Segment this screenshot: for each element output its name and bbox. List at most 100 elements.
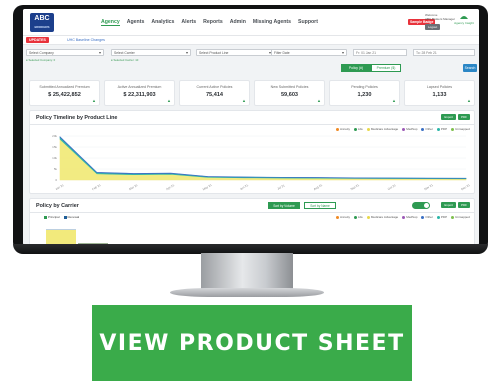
company-select[interactable]: Select Company xyxy=(26,49,104,56)
kpi-label: Pending Policies xyxy=(351,85,378,89)
nav-reports[interactable]: Reports xyxy=(203,19,223,26)
app-logo[interactable]: ABC BROKERS xyxy=(30,13,54,32)
logo-subtext: BROKERS xyxy=(34,25,50,29)
series-swatch xyxy=(63,215,67,219)
legend-item[interactable]: Medicare Advantage xyxy=(366,127,398,131)
kpi-card[interactable]: Active Annualized Premium $ 22,311,903 ▲ xyxy=(104,80,175,106)
panel-divider xyxy=(30,212,474,213)
date-from-input[interactable]: Fr: 01 Jan 21 xyxy=(353,49,407,56)
y-tick-label: 15k xyxy=(52,145,57,149)
nav-agency[interactable]: Agency xyxy=(101,19,120,26)
kpi-label: Active Annualized Premium xyxy=(117,85,162,89)
kpi-card[interactable]: Lapsed Policies 1,133 ▲ xyxy=(404,80,475,106)
product-line-select[interactable]: Select Product Line xyxy=(196,49,274,56)
legend-dot xyxy=(421,127,425,131)
legend-item[interactable]: PDP xyxy=(436,127,447,131)
carrier-legend: Annuity Life Medicare Advantage MedSup O… xyxy=(336,215,470,219)
carrier-sort-toggle: Sort by Volume Sort by Name xyxy=(268,202,336,209)
legend-label: Life xyxy=(358,215,363,219)
series-key-item[interactable]: Principal xyxy=(44,215,60,219)
legend-item[interactable]: Unmapped xyxy=(451,127,470,131)
y-tick-label: 10k xyxy=(52,156,57,160)
updates-badge[interactable]: UPDATES xyxy=(26,37,49,43)
legend-item[interactable]: Life xyxy=(354,215,363,219)
updates-link[interactable]: UHC Baseline Changes xyxy=(67,38,105,42)
x-tick-label: Jan 21 xyxy=(55,183,65,191)
legend-dot xyxy=(436,127,440,131)
view-product-sheet-button[interactable]: VIEW PRODUCT SHEET xyxy=(92,305,412,381)
legend-dot xyxy=(336,127,339,131)
nav-agents[interactable]: Agents xyxy=(127,19,145,26)
nav-support[interactable]: Support xyxy=(298,19,318,26)
brand-leaf-icon xyxy=(460,16,468,19)
carrier-select[interactable]: Select Carrier xyxy=(111,49,191,56)
kpi-value: $ 25,422,852 xyxy=(48,92,81,98)
kpi-value: 1,230 xyxy=(357,92,372,98)
legend-item[interactable]: Annuity xyxy=(336,127,350,131)
legend-label: Life xyxy=(358,127,363,131)
nav-missing-agents[interactable]: Missing Agents xyxy=(253,19,291,26)
kpi-card[interactable]: Submitted Annualized Premium $ 25,422,85… xyxy=(29,80,100,106)
legend-dot xyxy=(421,215,425,219)
kpi-label: New Submitted Policies xyxy=(270,85,309,89)
toggle-policy[interactable]: Policy (#) xyxy=(341,64,371,72)
trend-up-icon: ▲ xyxy=(467,98,471,103)
kpi-card[interactable]: New Submitted Policies 59,603 ▲ xyxy=(254,80,325,106)
sort-by-volume-button[interactable]: Sort by Volume xyxy=(268,202,300,209)
kpi-row: Submitted Annualized Premium $ 25,422,85… xyxy=(29,80,475,106)
legend-dot xyxy=(366,215,370,219)
nav-alerts[interactable]: Alerts xyxy=(181,19,196,26)
carrier-export-buttons: Export PDF xyxy=(441,202,470,208)
app-header: ABC BROKERS Agency Agents Analytics Aler… xyxy=(23,9,479,36)
series-key-item[interactable]: Renewal xyxy=(63,215,79,219)
legend-item[interactable]: Other xyxy=(421,127,433,131)
x-tick-label: May 21 xyxy=(202,183,213,192)
legend-item[interactable]: MedSup xyxy=(402,127,417,131)
kpi-label: Submitted Annualized Premium xyxy=(39,85,90,89)
kpi-card[interactable]: Pending Policies 1,230 ▲ xyxy=(329,80,400,106)
timeline-pdf-button[interactable]: PDF xyxy=(458,114,470,120)
kpi-card[interactable]: Current Active Policies 75,414 ▲ xyxy=(179,80,250,106)
date-to-input[interactable]: To: 28 Feb 21 xyxy=(413,49,475,56)
x-tick-label: Feb 21 xyxy=(91,183,101,191)
metric-toggle: Policy (#) Premium ($) xyxy=(341,64,401,72)
legend-label: Unmapped xyxy=(455,215,470,219)
legend-dot xyxy=(354,127,358,131)
carrier-pdf-button[interactable]: PDF xyxy=(458,202,470,208)
toggle-premium[interactable]: Premium ($) xyxy=(371,64,401,72)
nav-analytics[interactable]: Analytics xyxy=(151,19,174,26)
y-tick-label: 20k xyxy=(52,134,57,138)
x-tick-label: Mar 21 xyxy=(128,183,138,191)
bar xyxy=(46,230,76,245)
y-tick-label: 5k xyxy=(54,167,58,171)
x-tick-label: Jul 21 xyxy=(276,183,285,191)
monitor-screen: ABC BROKERS Agency Agents Analytics Aler… xyxy=(23,9,479,245)
x-tick-label: Oct 21 xyxy=(387,183,397,191)
timeline-export-button[interactable]: Export xyxy=(441,114,456,120)
legend-item[interactable]: Annuity xyxy=(336,215,350,219)
logout-button[interactable]: Logout xyxy=(425,24,441,30)
detail-switch[interactable] xyxy=(412,202,430,209)
x-tick-label: Sep 21 xyxy=(350,183,361,191)
legend-item[interactable]: MedSup xyxy=(402,215,417,219)
legend-label: PDP xyxy=(440,215,448,219)
series-swatch xyxy=(44,215,47,219)
filter-date-select[interactable]: Filter Date xyxy=(271,49,347,56)
trend-up-icon: ▲ xyxy=(167,98,171,103)
legend-item[interactable]: Other xyxy=(421,215,433,219)
carrier-bar-chart xyxy=(46,229,108,245)
legend-item[interactable]: Medicare Advantage xyxy=(366,215,398,219)
sort-by-name-button[interactable]: Sort by Name xyxy=(304,202,336,209)
panel-divider xyxy=(30,124,474,125)
x-tick-label: Aug 21 xyxy=(313,183,324,191)
legend-label: MedSup xyxy=(406,127,418,131)
legend-dot xyxy=(451,215,455,219)
legend-dot xyxy=(336,215,339,219)
legend-item[interactable]: Life xyxy=(354,127,363,131)
legend-item[interactable]: Unmapped xyxy=(451,215,470,219)
x-tick-label: Dec 21 xyxy=(460,183,471,191)
carrier-export-button[interactable]: Export xyxy=(441,202,456,208)
search-button[interactable]: Search xyxy=(463,64,477,72)
legend-item[interactable]: PDP xyxy=(436,215,448,219)
nav-admin[interactable]: Admin xyxy=(230,19,246,26)
